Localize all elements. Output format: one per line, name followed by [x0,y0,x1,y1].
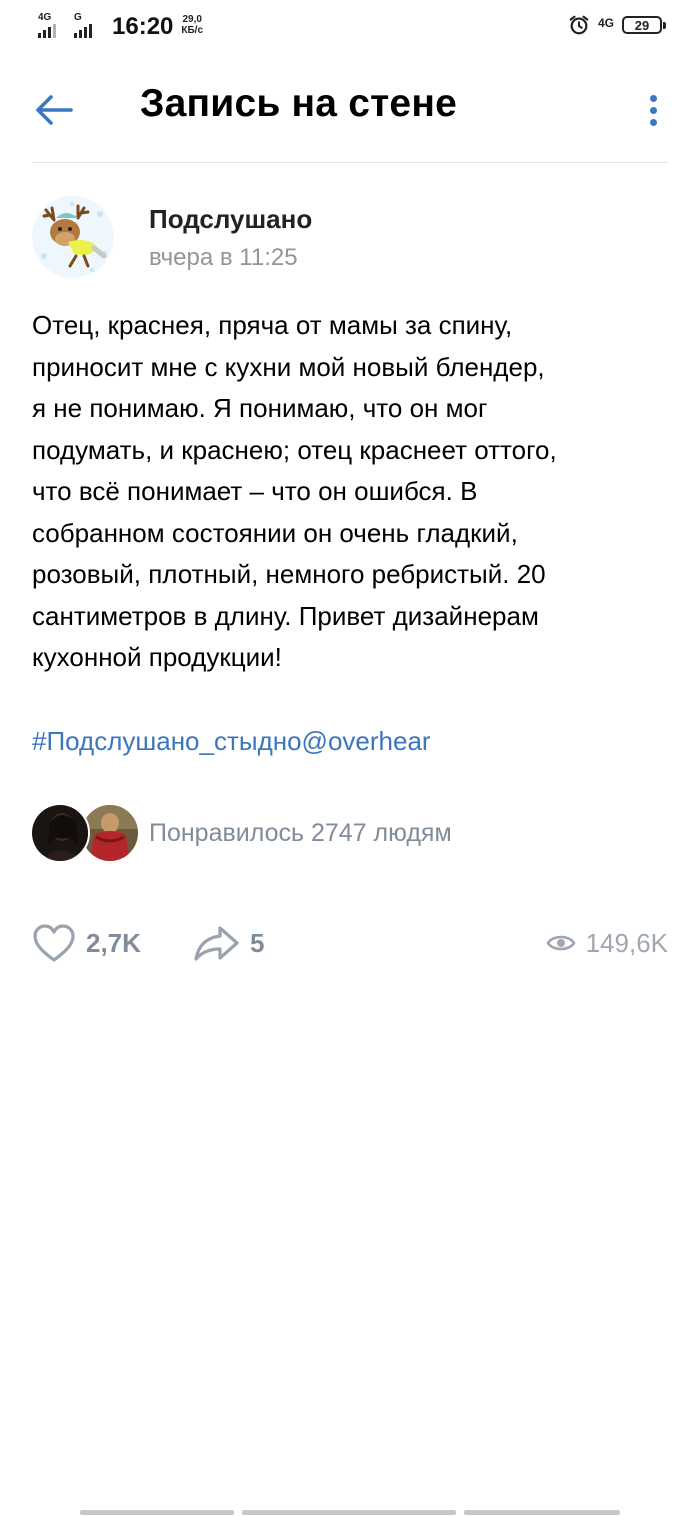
speed-value: 29,0 [182,14,202,25]
sim1-network-label: 4G [38,12,52,23]
status-bar-right: 4G 29 [568,14,666,36]
network-type-icon: 4G [597,16,614,30]
group-avatar[interactable] [32,196,114,278]
post-text: Отец, краснея, пряча от мамы за спину, п… [32,310,557,672]
avatar[interactable] [30,803,90,863]
more-options-button[interactable] [636,88,670,132]
share-arrow-icon [194,926,239,961]
author-name[interactable]: Подслушано [149,204,312,235]
status-bar-left: 4G G 16:20 29,0 КБ/с [36,10,203,44]
battery-icon: 29 [622,16,666,34]
more-vertical-icon [649,94,657,102]
likes-count: 2,7K [86,927,141,958]
speed-unit: КБ/с [181,25,204,36]
post-actions: 2,7K 5 149,6K [32,918,668,968]
shares-count: 5 [250,927,265,958]
sim2-signal-icon: G [72,10,104,40]
battery-level: 29 [634,17,650,33]
user-photo-icon [32,805,88,861]
header-divider [32,162,668,163]
sim1-signal-icon: 4G [36,10,68,40]
post-timestamp[interactable]: вчера в 11:25 [149,244,298,272]
eye-icon [546,935,576,951]
like-button[interactable]: 2,7K [32,918,141,968]
post-hashtag-link[interactable]: #Подслушано_стыдно@overhear [32,726,431,757]
likers-count-text[interactable]: Понравилось 2747 людям [149,819,452,848]
views-count: 149,6K [585,927,668,958]
likers-row[interactable]: Понравилось 2747 людям [30,803,668,863]
top-app-bar: Запись на стене [0,60,700,160]
share-button[interactable]: 5 [192,918,264,968]
moose-logo-icon [32,196,114,278]
post-author: Подслушано вчера в 11:25 [32,196,668,278]
sim2-network-label: G [74,12,82,23]
status-bar: 4G G 16:20 29,0 КБ/с 4G 29 [0,0,700,56]
views-counter: 149,6K [546,918,668,968]
back-button[interactable] [28,84,80,136]
network-speed: 29,0 КБ/с [181,14,203,36]
navigation-gesture-bar [0,1510,700,1516]
status-time: 16:20 [112,13,174,40]
alarm-clock-icon [569,15,589,35]
arrow-left-icon [36,95,73,125]
heart-icon [33,924,75,962]
user-photo-icon [82,805,138,861]
page-title: Запись на стене [140,82,457,125]
